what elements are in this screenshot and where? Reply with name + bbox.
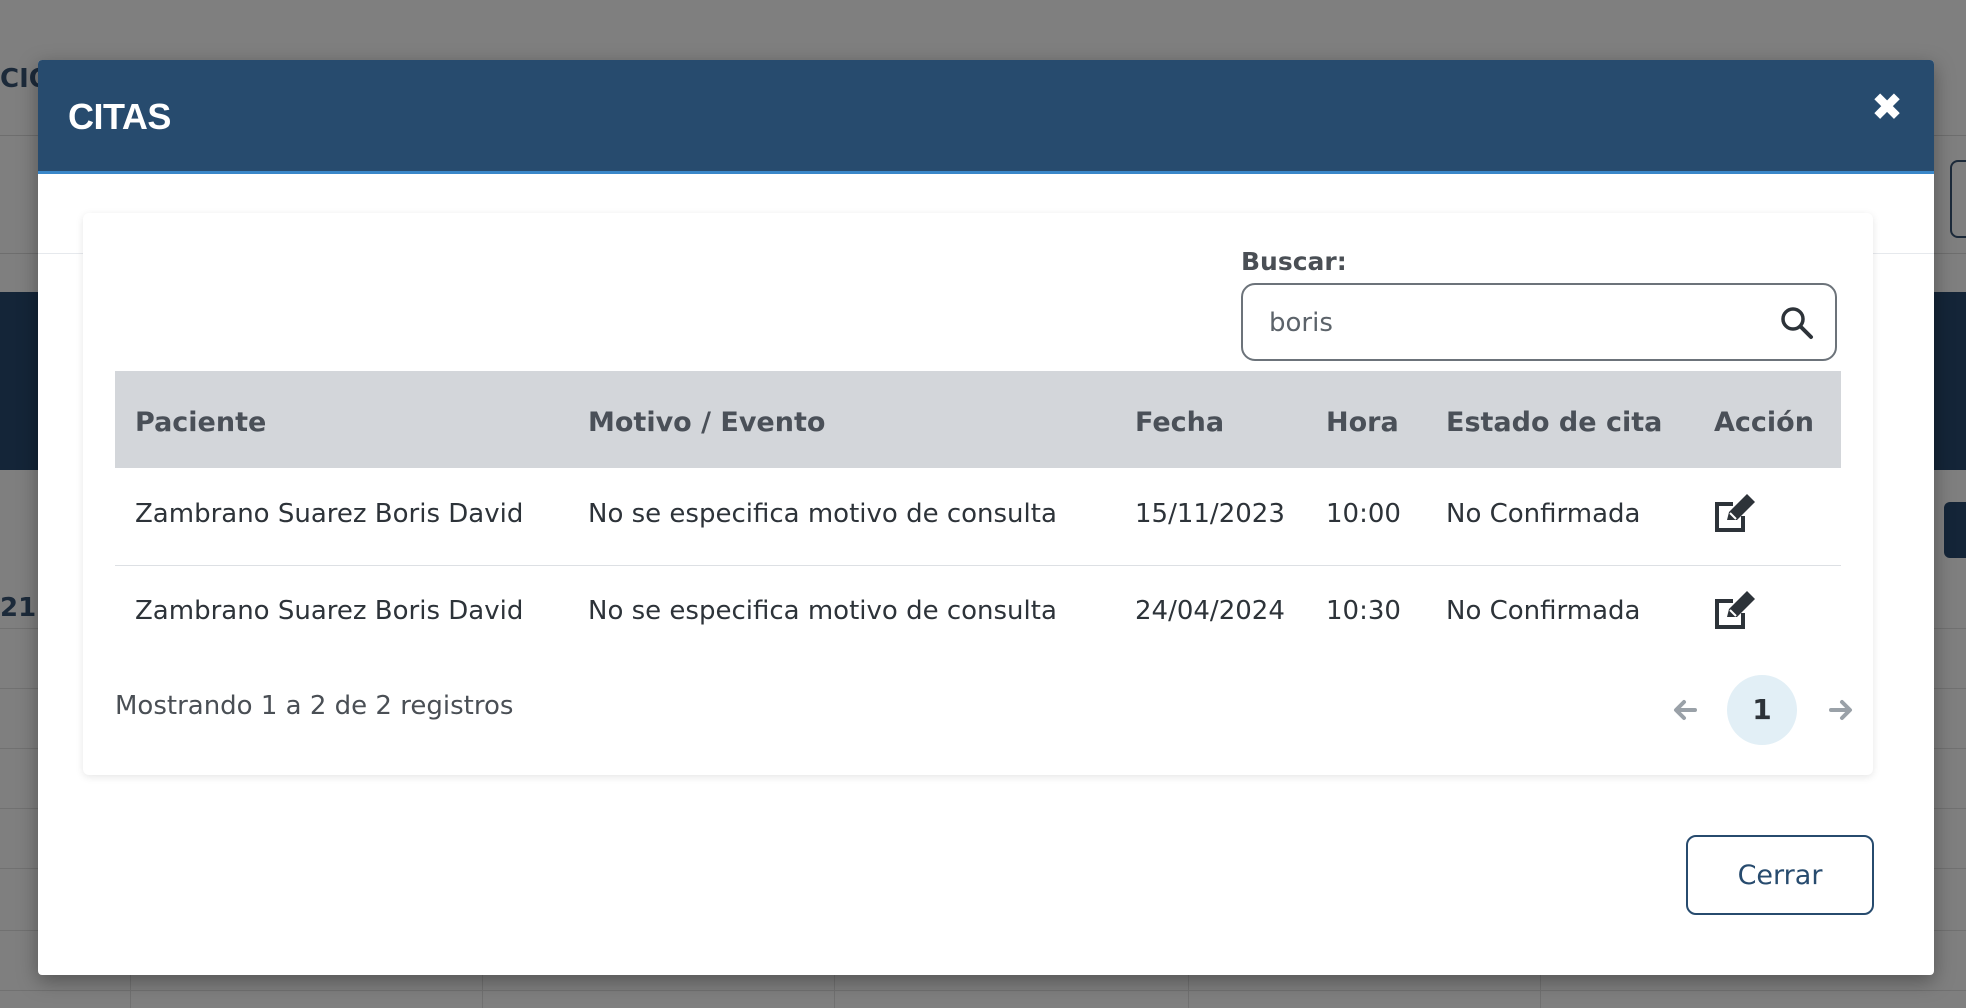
cell-paciente: Zambrano Suarez Boris David xyxy=(135,499,524,529)
column-header-motivo[interactable]: Motivo / Evento xyxy=(588,407,825,438)
background-button xyxy=(1944,502,1966,558)
close-button[interactable]: Cerrar xyxy=(1686,835,1874,915)
table-row: Zambrano Suarez Boris David No se especi… xyxy=(115,565,1841,662)
background-calendar-number: 21 xyxy=(0,593,37,623)
pagination-previous-icon[interactable] xyxy=(1665,690,1705,730)
pagination-page-1[interactable]: 1 xyxy=(1727,675,1797,745)
pagination-next-icon[interactable] xyxy=(1821,690,1861,730)
column-header-accion: Acción xyxy=(1714,407,1814,438)
cell-fecha: 24/04/2024 xyxy=(1135,596,1285,626)
edit-icon[interactable] xyxy=(1709,492,1757,536)
table-header: Paciente Motivo / Evento Fecha Hora Esta… xyxy=(115,371,1841,468)
cell-estado: No Confirmada xyxy=(1446,596,1641,626)
column-header-hora[interactable]: Hora xyxy=(1326,407,1399,438)
cell-estado: No Confirmada xyxy=(1446,499,1641,529)
background-grid-line xyxy=(0,990,1966,991)
appointments-card: Buscar: Paciente Motivo / Evento Fecha H… xyxy=(83,213,1873,775)
edit-icon[interactable] xyxy=(1709,589,1757,633)
cell-hora: 10:30 xyxy=(1326,596,1401,626)
cell-fecha: 15/11/2023 xyxy=(1135,499,1285,529)
modal-header: CITAS ✖ xyxy=(38,60,1934,174)
column-header-paciente[interactable]: Paciente xyxy=(135,407,266,438)
citas-modal: CITAS ✖ Buscar: Paciente Motivo / Evento… xyxy=(38,60,1934,975)
search-icon[interactable] xyxy=(1779,305,1815,341)
search-label: Buscar: xyxy=(1241,247,1347,276)
modal-title: CITAS xyxy=(68,96,171,137)
cell-motivo: No se especifica motivo de consulta xyxy=(588,499,1057,529)
search-field[interactable] xyxy=(1241,283,1837,361)
column-header-estado[interactable]: Estado de cita xyxy=(1446,407,1662,438)
cell-motivo: No se especifica motivo de consulta xyxy=(588,596,1057,626)
close-icon[interactable]: ✖ xyxy=(1870,88,1904,126)
background-button xyxy=(1950,160,1966,238)
table-info: Mostrando 1 a 2 de 2 registros xyxy=(115,691,514,721)
cell-paciente: Zambrano Suarez Boris David xyxy=(135,596,524,626)
column-header-fecha[interactable]: Fecha xyxy=(1135,407,1224,438)
cell-hora: 10:00 xyxy=(1326,499,1401,529)
table-row: Zambrano Suarez Boris David No se especi… xyxy=(115,468,1841,566)
search-input[interactable] xyxy=(1267,285,1771,361)
